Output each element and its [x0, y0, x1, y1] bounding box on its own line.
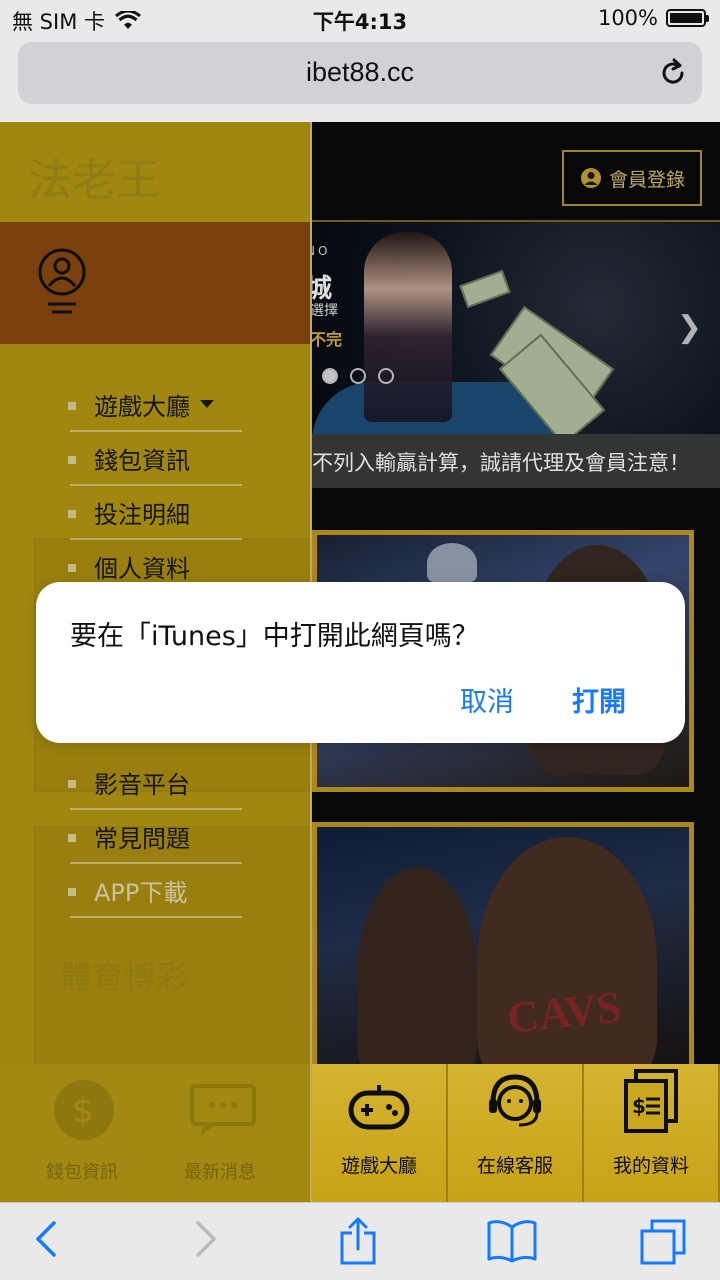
- bookmarks-icon[interactable]: [486, 1219, 538, 1263]
- reload-icon[interactable]: [658, 58, 688, 88]
- dialog-message: 要在「iTunes」中打開此網頁嗎？: [70, 621, 479, 652]
- battery-status: 100%: [597, 6, 709, 30]
- browser-address-area: ibet88.cc: [0, 40, 720, 122]
- url-text: ibet88.cc: [305, 57, 415, 87]
- back-icon[interactable]: [34, 1219, 58, 1259]
- tabs-icon[interactable]: [640, 1219, 686, 1265]
- address-bar[interactable]: ibet88.cc: [18, 42, 702, 104]
- status-bar: 無 SIM 卡 下午4:13 100%: [0, 0, 720, 40]
- open-button[interactable]: 打開: [572, 680, 626, 719]
- open-in-itunes-dialog: 要在「iTunes」中打開此網頁嗎？ 取消 打開: [36, 582, 685, 743]
- cancel-button[interactable]: 取消: [460, 680, 514, 719]
- share-icon[interactable]: [338, 1215, 378, 1267]
- browser-toolbar: [0, 1202, 720, 1280]
- battery-icon: [666, 9, 709, 27]
- battery-percent: 100%: [597, 6, 658, 30]
- forward-icon[interactable]: [194, 1219, 218, 1259]
